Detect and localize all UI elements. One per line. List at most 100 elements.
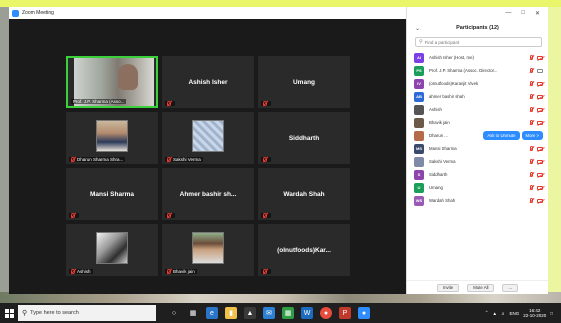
video-tile-9[interactable]: Wardah Shah — [258, 168, 350, 220]
participant-row[interactable]: Dharun ... Ask to Unmute More > — [407, 129, 548, 142]
tile-label — [69, 213, 79, 218]
participant-row[interactable]: Bhavik jain — [407, 116, 548, 129]
title-bar[interactable]: Zoom Meeting — [9, 7, 406, 19]
participant-search[interactable]: ⚲ — [415, 37, 542, 47]
mic-muted-icon — [167, 157, 171, 162]
participant-row[interactable]: PS Prof. J.P. Sharma (Assoc. Director... — [407, 64, 548, 77]
language-indicator[interactable]: ENG — [509, 311, 519, 316]
participant-face — [118, 64, 138, 90]
participant-row[interactable]: U Umang — [407, 181, 548, 194]
avatar — [414, 156, 424, 167]
video-tile-5[interactable]: Sakshi Verma — [162, 112, 254, 164]
chrome-icon[interactable]: ● — [320, 307, 332, 319]
mic-muted-icon — [530, 198, 533, 203]
volume-icon[interactable]: ♬ — [501, 311, 506, 316]
more-options-button[interactable]: ... — [502, 283, 519, 292]
clock-date: 22-10-2020 — [523, 313, 547, 318]
system-tray: ⌃ ▲ ♬ ENG 16:42 22-10-2020 □ — [485, 308, 561, 318]
video-tile-10[interactable]: Ashish — [66, 224, 158, 276]
sheets-icon[interactable]: ▦ — [282, 307, 294, 319]
tile-name: Ashish Isher — [188, 78, 228, 86]
more-button[interactable]: More > — [521, 131, 543, 140]
tile-label: Prof. J.P. Sharma (Asso... — [71, 99, 127, 104]
zoom-taskbar-icon[interactable]: ● — [358, 307, 370, 319]
mute-all-button[interactable]: Mute All — [467, 283, 495, 292]
video-tile-12[interactable]: (oInutfoods)Kar... — [258, 224, 350, 276]
avatar — [414, 104, 424, 115]
participant-row[interactable]: WS Wardah Shah — [407, 194, 548, 207]
mic-muted-icon — [263, 101, 267, 106]
participant-name: Ashish Isher (Host, me) — [429, 55, 474, 60]
clock[interactable]: 16:42 22-10-2020 — [523, 308, 546, 318]
video-tile-8[interactable]: Ahmer bashir sh... — [162, 168, 254, 220]
camera-off-icon — [537, 107, 543, 112]
tile-label — [165, 101, 175, 106]
window-title: Zoom Meeting — [22, 10, 54, 16]
avatar: WS — [414, 195, 424, 206]
maximize-icon[interactable]: □ — [521, 10, 525, 16]
network-icon[interactable]: ▲ — [493, 311, 497, 316]
cortana-icon[interactable]: ○ — [168, 307, 180, 319]
window-controls: — □ ✕ — [407, 7, 548, 19]
taskbar: ⚲ Type here to search ○ ▦ e ▮ ▲ ✉ ▦ W ● … — [0, 303, 561, 323]
tile-name: Mansi Sharma — [89, 190, 135, 198]
close-icon[interactable]: ✕ — [535, 10, 540, 17]
tile-label — [261, 101, 271, 106]
camera-off-icon — [537, 55, 543, 60]
avatar — [414, 117, 424, 128]
participant-row[interactable]: Ashish — [407, 103, 548, 116]
avatar: U — [414, 182, 424, 193]
avatar: AB — [414, 91, 424, 102]
mic-muted-icon — [530, 159, 533, 164]
participant-row[interactable]: AB ahmer bashir shah — [407, 90, 548, 103]
participant-photo — [96, 120, 128, 152]
mic-muted-icon — [530, 172, 533, 177]
camera-off-icon — [537, 81, 543, 86]
mail-icon[interactable]: ✉ — [263, 307, 275, 319]
word-icon[interactable]: W — [301, 307, 313, 319]
invite-button[interactable]: Invite — [436, 283, 460, 292]
video-tile-6[interactable]: Siddharth — [258, 112, 350, 164]
tile-name: Umang — [292, 78, 316, 86]
participant-row[interactable]: S Siddharth — [407, 168, 548, 181]
chevron-up-icon[interactable]: ⌃ — [485, 310, 489, 316]
participant-name: Siddharth — [429, 172, 448, 177]
mic-muted-icon — [71, 269, 75, 274]
participant-status-icons — [530, 185, 543, 190]
camera-off-icon — [537, 172, 543, 177]
participant-search-input[interactable] — [424, 39, 541, 45]
ask-to-unmute-button[interactable]: Ask to Unmute — [483, 131, 520, 140]
search-icon: ⚲ — [419, 39, 423, 45]
minimize-icon[interactable]: — — [505, 10, 511, 16]
participant-row[interactable]: Sakshi Verma — [407, 155, 548, 168]
notifications-icon[interactable]: □ — [550, 311, 553, 316]
video-tile-4[interactable]: Dharun Sharma Shra... — [66, 112, 158, 164]
video-tile-2[interactable]: Ashish Isher — [162, 56, 254, 108]
video-tile-3[interactable]: Umang — [258, 56, 350, 108]
store-icon[interactable]: ▲ — [244, 307, 256, 319]
file-explorer-icon[interactable]: ▮ — [225, 307, 237, 319]
taskbar-search[interactable]: ⚲ Type here to search — [18, 305, 156, 321]
participant-name: (oInutfoods)Karanjit Vivek — [429, 81, 479, 86]
video-tile-7[interactable]: Mansi Sharma — [66, 168, 158, 220]
mic-muted-icon — [530, 68, 533, 73]
participant-name: ahmer bashir shah — [429, 94, 465, 99]
mic-muted-icon — [530, 120, 533, 125]
edge-icon[interactable]: e — [206, 307, 218, 319]
participant-row[interactable]: MS Mansi Sharma — [407, 142, 548, 155]
mic-muted-icon — [71, 157, 75, 162]
video-tile-11[interactable]: Bhavik jain — [162, 224, 254, 276]
participant-row[interactable]: AI Ashish Isher (Host, me) — [407, 51, 548, 64]
task-view-icon[interactable]: ▦ — [187, 307, 199, 319]
powerpoint-icon[interactable]: P — [339, 307, 351, 319]
camera-off-icon — [537, 120, 543, 125]
start-button[interactable] — [0, 303, 18, 323]
tile-label: Sakshi Verma — [165, 157, 203, 162]
video-tile-1[interactable]: Prof. J.P. Sharma (Asso... — [66, 56, 158, 108]
mic-muted-icon — [530, 185, 533, 190]
participant-list: AI Ashish Isher (Host, me) PS Prof. J.P. Sh… — [407, 51, 548, 207]
mic-muted-icon — [530, 55, 533, 60]
participant-status-icons — [530, 146, 543, 151]
mic-muted-icon — [167, 269, 171, 274]
participant-row[interactable]: IV (oInutfoods)Karanjit Vivek — [407, 77, 548, 90]
